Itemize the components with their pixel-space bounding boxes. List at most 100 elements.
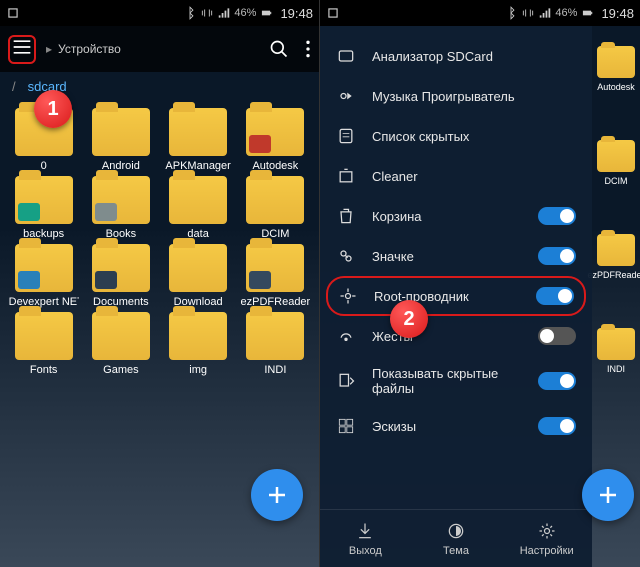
drawer-item-label: Эскизы (372, 419, 522, 434)
battery-text: 46% (555, 7, 577, 19)
drawer-item[interactable]: Значке (320, 236, 592, 276)
folder-label: Autodesk (597, 82, 635, 92)
folder-item[interactable]: APKManager (161, 108, 236, 172)
folder-item[interactable]: img (161, 312, 236, 376)
battery-icon (580, 6, 594, 20)
folder-icon (246, 176, 304, 224)
phone-right: 46% 19:48 Autodesk DCIM ezPDFReader INDI… (320, 0, 640, 567)
folder-item[interactable]: Fonts (6, 312, 81, 376)
drawer-item-icon (336, 371, 356, 391)
toggle-switch[interactable] (536, 287, 574, 305)
folder-label: INDI (264, 364, 286, 376)
drawer-item[interactable]: Музыка Проигрыватель (320, 76, 592, 116)
folder-item[interactable]: Android (83, 108, 158, 172)
folder-item[interactable]: Documents (83, 244, 158, 308)
drawer-item-icon (336, 166, 356, 186)
drawer-item[interactable]: Анализатор SDCard (320, 36, 592, 76)
folder-item-peek[interactable]: ezPDFReader (592, 234, 640, 280)
folder-item-peek[interactable]: Autodesk (592, 46, 640, 92)
toggle-switch[interactable] (538, 417, 576, 435)
annotation-marker-1: 1 (34, 90, 72, 128)
folder-icon (169, 108, 227, 156)
path-root[interactable]: / (12, 79, 16, 94)
folder-icon (169, 312, 227, 360)
folder-item[interactable]: Games (83, 312, 158, 376)
folder-item[interactable]: Books (83, 176, 158, 240)
battery-icon (259, 6, 273, 20)
folder-item[interactable]: Autodesk (238, 108, 313, 172)
folder-icon (92, 108, 150, 156)
drawer-item[interactable]: Корзина (320, 196, 592, 236)
folder-icon (246, 108, 304, 156)
vibrate-icon (521, 6, 535, 20)
drawer-bottom-button[interactable]: Выход (320, 510, 411, 567)
signal-icon (538, 6, 552, 20)
toggle-switch[interactable] (538, 247, 576, 265)
folder-icon (597, 46, 635, 78)
toggle-switch[interactable] (538, 207, 576, 225)
search-icon[interactable] (269, 39, 289, 59)
drawer-item-icon (336, 416, 356, 436)
drawer-item[interactable]: Жесты (320, 316, 592, 356)
hamburger-icon (12, 39, 32, 55)
folder-label: Fonts (30, 364, 58, 376)
bluetooth-icon (183, 6, 197, 20)
drawer-bottom-button[interactable]: Настройки (501, 510, 592, 567)
drawer-bottom-button[interactable]: Тема (411, 510, 502, 567)
folder-item[interactable]: DCIM (238, 176, 313, 240)
drawer-list: Анализатор SDCard Музыка Проигрыватель С… (320, 26, 592, 509)
vibrate-icon (200, 6, 214, 20)
fab-add[interactable] (251, 469, 303, 521)
folder-icon (15, 176, 73, 224)
drawer-item-icon (336, 326, 356, 346)
drawer-bottom-label: Выход (349, 545, 382, 557)
drawer-item-icon (336, 86, 356, 106)
drawer-item-label: Показывать скрытые файлы (372, 366, 522, 396)
folder-icon (597, 234, 635, 266)
screenshot-icon (6, 6, 20, 20)
navigation-drawer: Анализатор SDCard Музыка Проигрыватель С… (320, 26, 592, 567)
drawer-item[interactable]: Показывать скрытые файлы (320, 356, 592, 406)
folder-item[interactable]: ezPDFReader (238, 244, 313, 308)
drawer-item[interactable]: Эскизы (320, 406, 592, 446)
screenshot-icon (326, 6, 340, 20)
drawer-item[interactable]: Список скрытых (320, 116, 592, 156)
toggle-switch[interactable] (538, 327, 576, 345)
drawer-bottom-icon (537, 521, 557, 541)
drawer-bottom-bar: Выход Тема Настройки (320, 509, 592, 567)
drawer-item-icon (336, 46, 356, 66)
folder-icon (169, 244, 227, 292)
clock: 19:48 (280, 6, 313, 21)
toggle-switch[interactable] (538, 372, 576, 390)
folder-item[interactable]: backups (6, 176, 81, 240)
drawer-item-label: Музыка Проигрыватель (372, 89, 576, 104)
folder-item[interactable]: Devexpert NET (6, 244, 81, 308)
status-bar: 46% 19:48 (320, 0, 640, 26)
drawer-item[interactable]: Cleaner (320, 156, 592, 196)
drawer-item-label: Анализатор SDCard (372, 49, 576, 64)
menu-button[interactable] (8, 35, 36, 64)
drawer-item-label: Список скрытых (372, 129, 576, 144)
signal-icon (217, 6, 231, 20)
folder-icon (597, 328, 635, 360)
drawer-item[interactable]: Root-проводник (326, 276, 586, 316)
drawer-bottom-label: Тема (443, 545, 469, 557)
folder-icon (92, 176, 150, 224)
plus-icon (265, 483, 289, 507)
folder-icon (15, 244, 73, 292)
breadcrumb-device: Устройство (58, 42, 121, 56)
folder-item[interactable]: INDI (238, 312, 313, 376)
folder-item-peek[interactable]: INDI (592, 328, 640, 374)
more-icon[interactable] (305, 39, 311, 59)
breadcrumb[interactable]: ▸ Устройство (46, 42, 121, 56)
folder-item-peek[interactable]: DCIM (592, 140, 640, 186)
battery-text: 46% (234, 7, 256, 19)
folder-label: 0 (41, 160, 47, 172)
drawer-item-label: Cleaner (372, 169, 576, 184)
fab-add[interactable] (582, 469, 634, 521)
drawer-bottom-label: Настройки (520, 545, 574, 557)
drawer-item-label: Значке (372, 249, 522, 264)
folder-item[interactable]: data (161, 176, 236, 240)
folder-item[interactable]: Download (161, 244, 236, 308)
folder-grid: 0 Android APKManager Autodesk backups Bo… (0, 100, 319, 384)
